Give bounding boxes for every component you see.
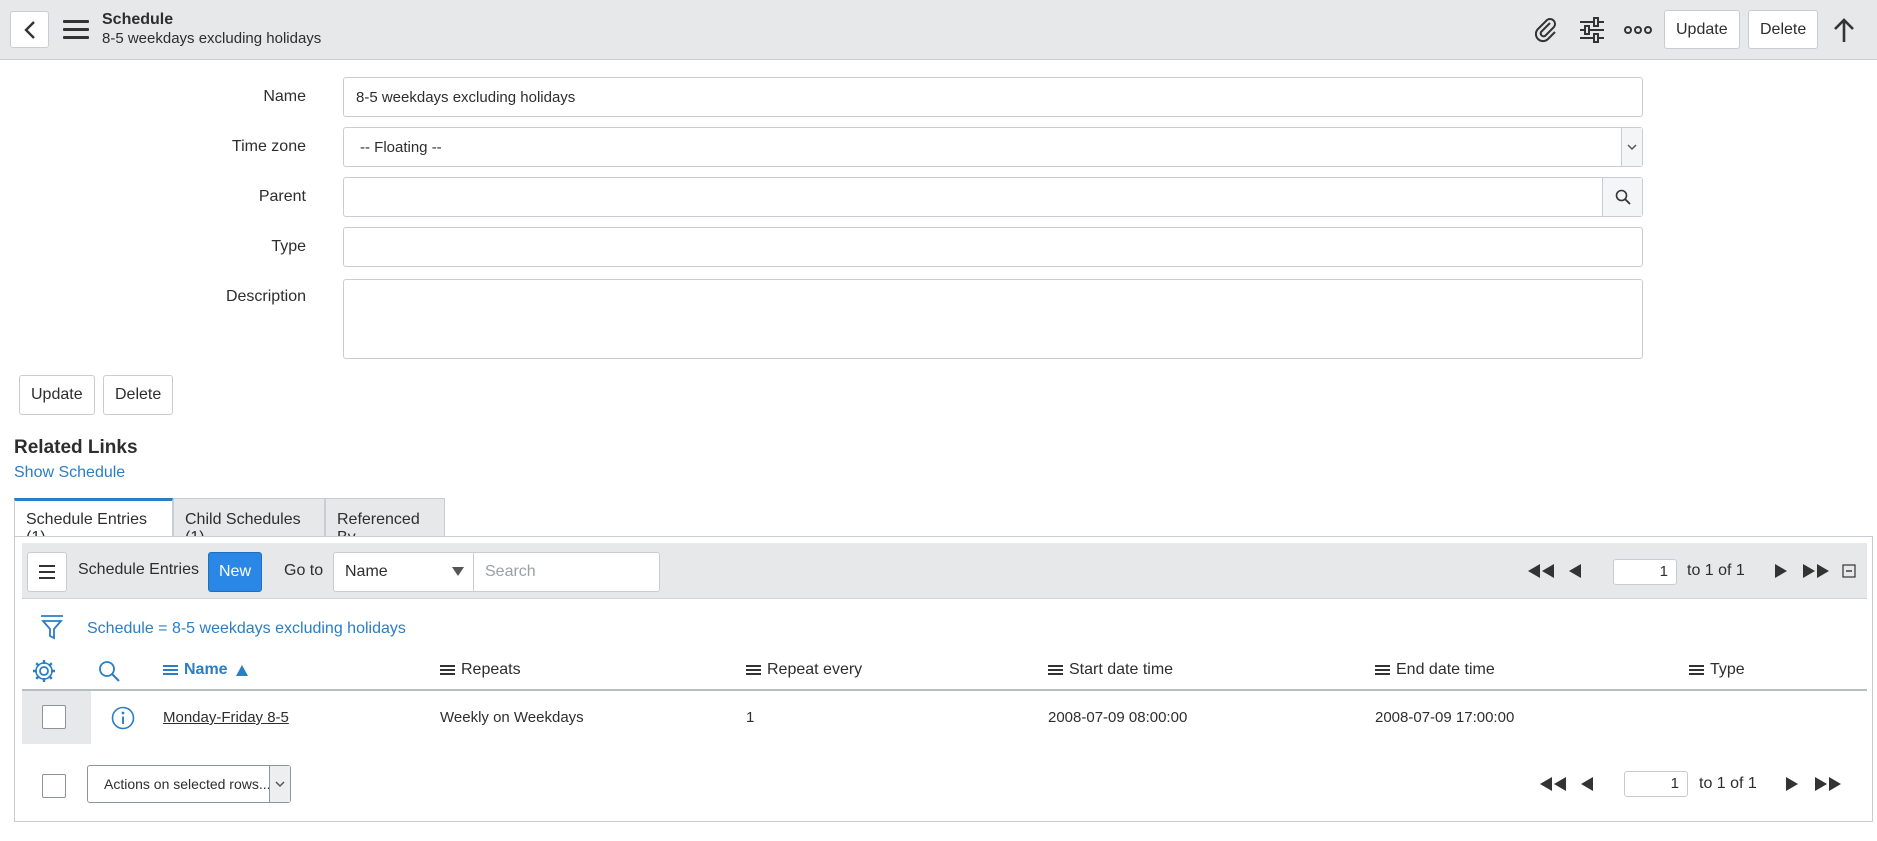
tab-referenced-by[interactable]: Referenced By xyxy=(325,498,445,546)
info-icon[interactable] xyxy=(110,705,136,731)
column-header-name[interactable]: Name xyxy=(163,661,248,679)
column-menu-icon[interactable] xyxy=(1375,663,1390,677)
tab-schedule-entries[interactable]: Schedule Entries (1) xyxy=(14,498,173,546)
description-label: Description xyxy=(225,288,306,305)
search-input[interactable]: Search xyxy=(473,552,660,592)
next-page-icon[interactable] xyxy=(1773,562,1789,580)
column-menu-icon[interactable] xyxy=(1689,663,1704,677)
parent-input[interactable] xyxy=(343,177,1643,217)
page-number-input[interactable]: 1 xyxy=(1613,559,1677,585)
actions-select-value: Actions on selected rows... xyxy=(104,776,271,792)
previous-page-icon[interactable] xyxy=(1567,562,1583,580)
column-menu-icon[interactable] xyxy=(163,663,178,677)
type-input[interactable] xyxy=(343,227,1643,267)
column-menu-icon[interactable] xyxy=(440,663,455,677)
name-label: Name xyxy=(263,88,306,105)
column-header-start-date-time[interactable]: Start date time xyxy=(1048,661,1173,679)
search-columns-icon[interactable] xyxy=(97,659,121,683)
timezone-label: Time zone xyxy=(231,138,306,155)
menu-icon[interactable] xyxy=(63,20,89,40)
caret-down-icon xyxy=(452,567,464,576)
filter-icon[interactable] xyxy=(39,613,65,641)
row-checkbox[interactable] xyxy=(42,705,66,729)
list-menu-button[interactable] xyxy=(27,552,67,592)
search-icon xyxy=(1615,189,1631,205)
description-textarea[interactable] xyxy=(343,279,1643,359)
row-name-link[interactable]: Monday-Friday 8-5 xyxy=(163,709,289,726)
chevron-down-icon xyxy=(269,766,290,802)
page-range-text-bottom: to 1 of 1 xyxy=(1699,775,1757,792)
list-toolbar: Schedule Entries New Go to Name Search 1… xyxy=(22,543,1867,599)
form-header: Schedule 8-5 weekdays excluding holidays… xyxy=(0,0,1877,60)
row-select-cell xyxy=(22,691,91,744)
list-title: Schedule Entries xyxy=(78,561,199,578)
update-button-header[interactable]: Update xyxy=(1664,10,1740,49)
page-subtitle: 8-5 weekdays excluding holidays xyxy=(102,30,322,47)
timezone-value: -- Floating -- xyxy=(360,138,442,156)
new-button[interactable]: New xyxy=(208,552,262,592)
chevron-down-icon[interactable] xyxy=(1621,128,1642,166)
sort-ascending-icon xyxy=(235,664,248,676)
parent-label: Parent xyxy=(258,188,306,205)
previous-page-icon[interactable] xyxy=(1579,775,1595,793)
update-button[interactable]: Update xyxy=(19,375,95,415)
type-label: Type xyxy=(271,238,306,255)
row-repeats: Weekly on Weekdays xyxy=(440,709,584,726)
related-list-panel: Schedule Entries New Go to Name Search 1… xyxy=(14,536,1873,822)
first-page-icon[interactable] xyxy=(1526,562,1556,580)
column-header-repeat-every[interactable]: Repeat every xyxy=(746,661,862,679)
more-options-icon[interactable] xyxy=(1623,16,1653,44)
select-all-checkbox[interactable] xyxy=(42,774,66,798)
row-repeat-every: 1 xyxy=(746,709,755,726)
column-menu-icon[interactable] xyxy=(746,663,761,677)
tab-child-schedules[interactable]: Child Schedules (1) xyxy=(173,498,325,546)
column-header-type[interactable]: Type xyxy=(1689,661,1745,679)
column-header-repeats[interactable]: Repeats xyxy=(440,661,521,679)
settings-sliders-icon[interactable] xyxy=(1577,16,1607,44)
timezone-select[interactable]: -- Floating -- xyxy=(343,127,1643,167)
row-start-date-time: 2008-07-09 08:00:00 xyxy=(1048,709,1188,726)
last-page-icon[interactable] xyxy=(1813,775,1843,793)
name-input[interactable]: 8-5 weekdays excluding holidays xyxy=(343,77,1643,117)
table-row: Monday-Friday 8-5 Weekly on Weekdays 1 2… xyxy=(22,691,1867,744)
page-range-text: to 1 of 1 xyxy=(1687,562,1745,579)
collapse-icon[interactable] xyxy=(1842,564,1856,578)
delete-button-header[interactable]: Delete xyxy=(1748,10,1819,49)
page-title: Schedule xyxy=(102,11,174,28)
paperclip-icon[interactable] xyxy=(1531,16,1561,44)
next-page-icon[interactable] xyxy=(1784,775,1800,793)
row-end-date-time: 2008-07-09 17:00:00 xyxy=(1375,709,1515,726)
gear-icon[interactable] xyxy=(31,658,57,684)
column-header-end-date-time[interactable]: End date time xyxy=(1375,661,1495,679)
related-links-title: Related Links xyxy=(14,437,138,458)
filter-breadcrumb[interactable]: Schedule = 8-5 weekdays excluding holida… xyxy=(87,620,406,638)
delete-button[interactable]: Delete xyxy=(103,375,174,415)
name-value: 8-5 weekdays excluding holidays xyxy=(356,88,576,106)
column-menu-icon[interactable] xyxy=(1048,663,1063,677)
search-placeholder: Search xyxy=(485,563,536,580)
show-schedule-link[interactable]: Show Schedule xyxy=(14,464,125,482)
back-button[interactable] xyxy=(10,11,49,48)
goto-label: Go to xyxy=(284,562,324,579)
last-page-icon[interactable] xyxy=(1801,562,1831,580)
arrow-up-icon[interactable] xyxy=(1829,16,1859,44)
chevron-left-icon xyxy=(23,20,35,39)
page-number-input-bottom[interactable]: 1 xyxy=(1624,771,1688,797)
goto-field-value: Name xyxy=(345,563,388,580)
first-page-icon[interactable] xyxy=(1538,775,1568,793)
goto-field-select[interactable]: Name xyxy=(333,552,474,592)
actions-select[interactable]: Actions on selected rows... xyxy=(87,765,291,803)
lookup-button[interactable] xyxy=(1602,178,1642,216)
